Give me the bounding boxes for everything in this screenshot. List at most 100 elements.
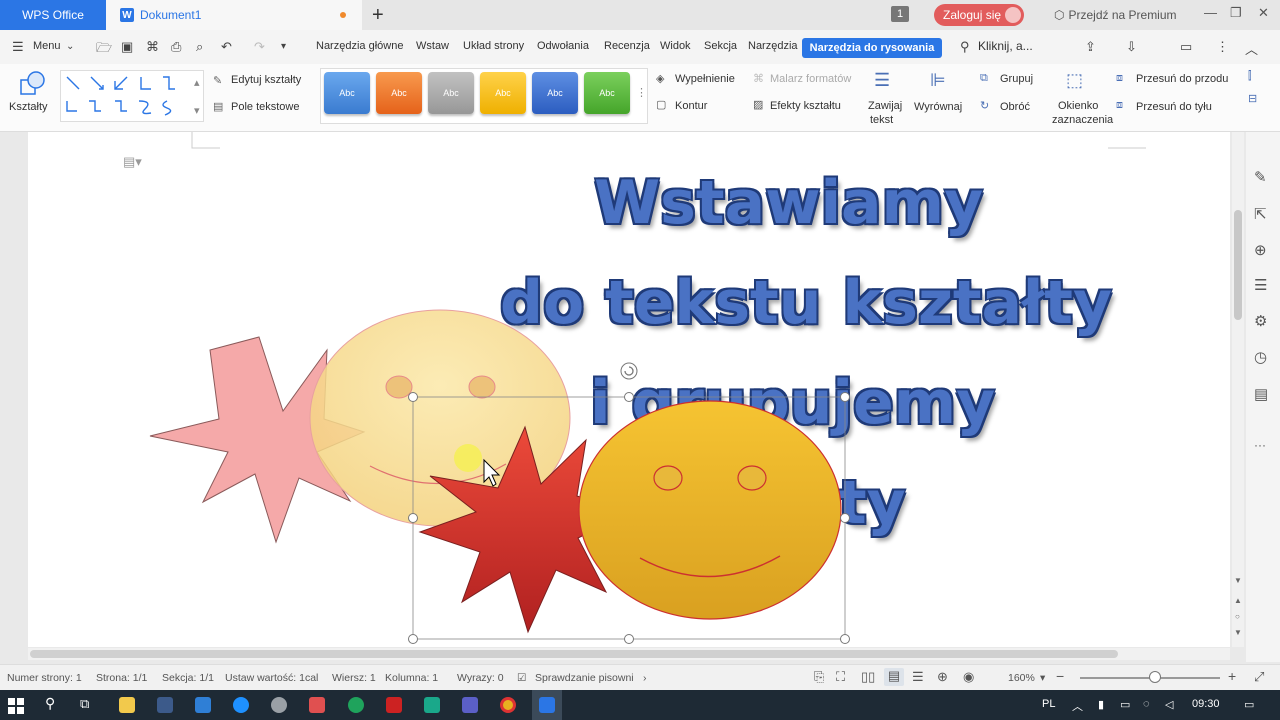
print-icon[interactable]: ⎙: [171, 39, 181, 55]
rotate-handle-icon[interactable]: [620, 362, 638, 380]
tab-view[interactable]: Widok: [660, 40, 691, 52]
spell-check-status[interactable]: Sprawdzanie pisowni: [535, 672, 634, 684]
vertical-scroll-thumb[interactable]: [1234, 210, 1242, 320]
fit-page-icon[interactable]: ⤢: [1254, 669, 1264, 685]
horizontal-scroll-thumb[interactable]: [30, 650, 1118, 658]
history-icon[interactable]: ◷: [1254, 348, 1267, 366]
collapse-ribbon-icon[interactable]: ︿: [1245, 39, 1258, 58]
zoom-slider-thumb[interactable]: [1149, 671, 1161, 683]
menu-button[interactable]: Menu: [33, 40, 61, 52]
microphone-icon[interactable]: ▮: [1098, 698, 1104, 711]
notifications-icon[interactable]: ▭: [1244, 698, 1254, 711]
bring-forward-button[interactable]: Przesuń do przodu: [1136, 73, 1228, 85]
outline-list-icon[interactable]: ☰: [1254, 276, 1267, 294]
group-button[interactable]: Grupuj: [1000, 73, 1033, 85]
wrap-text-label-2[interactable]: tekst: [870, 114, 893, 126]
line-shapes-gallery[interactable]: [60, 70, 204, 122]
file-explorer-icon[interactable]: [119, 697, 135, 713]
more-dots-icon[interactable]: ···: [1254, 438, 1266, 452]
chevron-down-icon[interactable]: ⌄: [66, 41, 74, 52]
tab-section[interactable]: Sekcja: [704, 40, 737, 52]
wrap-text-icon[interactable]: ☰: [874, 70, 890, 91]
shapes-icon[interactable]: [18, 70, 48, 98]
pdf-icon[interactable]: [386, 697, 402, 713]
lock-icon[interactable]: ⊕: [1254, 241, 1267, 259]
hamburger-icon[interactable]: ☰: [12, 39, 24, 55]
book-icon[interactable]: ▤: [1254, 385, 1268, 403]
redo-icon[interactable]: ↷: [254, 39, 265, 55]
app-icon[interactable]: [271, 697, 287, 713]
task-view-icon[interactable]: ⧉: [80, 696, 89, 712]
next-page-icon[interactable]: ▼: [1234, 628, 1242, 637]
chevron-right-icon[interactable]: ›: [643, 672, 647, 684]
scroll-up-icon[interactable]: ▴: [194, 76, 200, 89]
tab-references[interactable]: Odwołania: [537, 40, 589, 52]
outline-button[interactable]: Kontur: [675, 100, 707, 112]
language-indicator[interactable]: PL: [1042, 698, 1055, 710]
tab-drawing-tools[interactable]: Narzędzia do rysowania: [802, 38, 942, 58]
column-status[interactable]: Kolumna: 1: [385, 672, 438, 684]
camera-icon[interactable]: [424, 697, 440, 713]
selection-pane-label-1[interactable]: Okienko: [1058, 100, 1098, 112]
pen-icon[interactable]: ✎: [1254, 168, 1267, 186]
store-icon[interactable]: [157, 697, 173, 713]
mail-icon[interactable]: [195, 697, 211, 713]
text-box-button[interactable]: Pole tekstowe: [231, 101, 299, 113]
style-green[interactable]: Abc: [584, 72, 630, 114]
reading-mode-icon[interactable]: ▯▯: [861, 669, 875, 685]
style-dark-blue[interactable]: Abc: [532, 72, 578, 114]
undo-icon[interactable]: ↶: [221, 39, 232, 55]
eye-protection-icon[interactable]: ◉: [963, 669, 974, 685]
row-status[interactable]: Wiersz: 1: [332, 672, 376, 684]
more-icon[interactable]: ⋮: [1216, 39, 1229, 55]
tab-count-badge[interactable]: 1: [891, 6, 909, 22]
scroll-down-icon[interactable]: ▼: [1234, 576, 1242, 585]
edit-shapes-button[interactable]: Edytuj kształty: [231, 74, 301, 86]
settings-sliders-icon[interactable]: ⚙: [1254, 312, 1267, 330]
align-button[interactable]: Wyrównaj: [914, 101, 962, 113]
style-gray[interactable]: Abc: [428, 72, 474, 114]
document-tab[interactable]: W Dokument1: [106, 0, 362, 30]
windows-start-icon[interactable]: [8, 698, 24, 714]
style-yellow[interactable]: Abc: [480, 72, 526, 114]
safari-icon[interactable]: [233, 697, 249, 713]
network-icon[interactable]: ◌: [1143, 698, 1150, 710]
styles-more-icon[interactable]: ⋮: [636, 86, 647, 99]
battery-icon[interactable]: ▭: [1120, 698, 1130, 711]
selection-pane-label-2[interactable]: zaznaczenia: [1052, 114, 1113, 126]
word-count-status[interactable]: Wyrazy: 0: [457, 672, 504, 684]
login-button[interactable]: Zaloguj się: [934, 4, 1024, 26]
section-status[interactable]: Sekcja: 1/1: [162, 672, 214, 684]
teams-icon[interactable]: [462, 697, 478, 713]
open-folder-icon[interactable]: 🗁: [96, 39, 112, 61]
chrome-icon[interactable]: [500, 697, 516, 713]
zoom-in-icon[interactable]: +: [1228, 668, 1236, 684]
save-icon[interactable]: ▣: [121, 39, 133, 55]
tab-home[interactable]: Narzędzia główne: [316, 40, 403, 52]
shape-effects-button[interactable]: Efekty kształtu: [770, 100, 841, 112]
edge-icon[interactable]: [348, 697, 364, 713]
wps-icon[interactable]: [539, 697, 555, 713]
comment-icon[interactable]: ▭: [1180, 39, 1192, 55]
restore-icon[interactable]: ❐: [1230, 5, 1242, 21]
zoom-out-icon[interactable]: −: [1056, 668, 1064, 684]
tab-page-layout[interactable]: Układ strony: [463, 40, 524, 52]
chevron-down-icon[interactable]: ▾: [1040, 672, 1045, 684]
setting-status[interactable]: Ustaw wartość: 1cal: [225, 672, 318, 684]
page-view-icon[interactable]: ▤: [884, 668, 904, 686]
web-view-icon[interactable]: ⊕: [937, 669, 948, 685]
style-orange[interactable]: Abc: [376, 72, 422, 114]
page-status[interactable]: Strona: 1/1: [96, 672, 147, 684]
select-browse-icon[interactable]: ○: [1235, 612, 1240, 621]
shapes-button[interactable]: Kształty: [9, 101, 48, 113]
distribute-icon[interactable]: ⊟: [1248, 92, 1257, 105]
zoom-level[interactable]: 160%: [1008, 672, 1035, 684]
print-preview-icon[interactable]: ⌕: [196, 39, 203, 55]
chevron-up-icon[interactable]: ︿: [1072, 698, 1083, 714]
gallery-more-icon[interactable]: ▾: [194, 104, 200, 117]
wps-office-tab[interactable]: WPS Office: [0, 0, 106, 30]
cloud-icon[interactable]: ⇩: [1126, 39, 1137, 55]
document-page[interactable]: ▤▾ Wstawiamy do tekstu kształty i grupuj…: [28, 132, 1230, 647]
media-icon[interactable]: [309, 697, 325, 713]
tab-tools[interactable]: Narzędzia: [748, 40, 798, 52]
